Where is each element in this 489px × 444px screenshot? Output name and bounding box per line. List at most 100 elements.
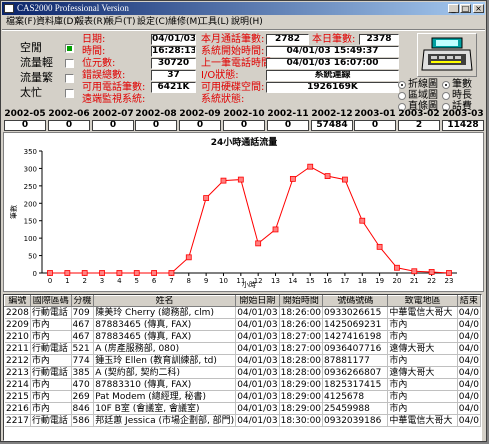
table-row[interactable]: 2212 市內 774 鍾玉玲 Ellen (教育訓練部, td) 04/01/03 18… <box>4 354 481 367</box>
start-time-field: 04/01/03 15:49:37 <box>266 46 399 57</box>
month-header: 2002-07 <box>92 109 134 119</box>
x-tick-label: 3 <box>100 277 104 285</box>
menu-maintenance[interactable]: 維修(M) <box>168 16 201 29</box>
x-tick-label: 10 <box>219 277 228 285</box>
table-cell: 市內 <box>30 390 72 403</box>
disk-label: 可用硬碟空間: <box>201 82 265 93</box>
date-label: 日期: <box>82 34 106 45</box>
bytes-label: 位元數: <box>82 58 116 69</box>
column-header[interactable]: 編號 <box>4 295 31 307</box>
table-cell: 市內 <box>387 318 458 331</box>
table-cell: 04/0 <box>457 414 481 427</box>
status-idle-checkbox[interactable] <box>65 44 74 53</box>
table-cell: 市內 <box>387 378 458 391</box>
table-cell: 中華電信大哥大 <box>387 414 458 427</box>
date-field: 04/01/03 <box>151 34 196 45</box>
data-point <box>168 270 175 276</box>
table-cell: 04/0 <box>457 330 481 343</box>
column-header[interactable]: 分機 <box>70 295 95 307</box>
table-cell: 18:27:00 <box>279 330 324 343</box>
menu-settings[interactable]: 設定(C) <box>137 16 168 29</box>
column-header[interactable]: 開始時間 <box>278 295 324 307</box>
line-chart-radio[interactable] <box>398 81 406 89</box>
table-row[interactable]: 2209 市內 467 87883465 (傳真, FAX) 04/01/03 18:26… <box>4 318 481 331</box>
table-cell: 04/01/03 <box>235 330 280 343</box>
system-status-label: 系統狀態: <box>201 94 245 105</box>
month-header: 2003-01 <box>354 109 396 119</box>
table-row[interactable]: 2215 市內 269 Pat Modem (總經理, 秘書) 04/01/03 18:2… <box>4 390 481 403</box>
time-label: 時間: <box>82 46 106 57</box>
time-field: 16:28:13 <box>151 46 196 57</box>
table-cell: 25459988 <box>322 402 389 415</box>
x-axis-label: 小時 <box>242 280 256 289</box>
table-row[interactable]: 2213 行動電話 385 A (契約部, 契約二科) 04/01/03 18:28:00… <box>4 366 481 379</box>
table-cell: 04/0 <box>457 306 481 319</box>
table-cell: 18:28:00 <box>279 366 324 379</box>
column-header[interactable]: 開始日期 <box>235 295 280 307</box>
column-header[interactable]: 號碼號碼 <box>322 295 389 307</box>
month-header: 2003-02 <box>398 109 440 119</box>
menu-account[interactable]: 帳戶(T) <box>105 16 136 29</box>
data-point <box>47 270 53 276</box>
table-cell: 87883465 (傳真, FAX) <box>93 330 237 343</box>
column-header[interactable]: 致電地區 <box>387 295 458 307</box>
table-row[interactable]: 2210 市內 467 87883465 (傳真, FAX) 04/01/03 18:27… <box>4 330 481 343</box>
month-calls-field: 2782 <box>266 34 309 45</box>
call-records-table[interactable]: 編號 國際區碼 分機 姓名 開始日期 開始時間 號碼號碼 致電地區 結束 2208 行動電話 709… <box>3 294 482 441</box>
table-row[interactable]: 2214 市內 470 87883310 (傳真, FAX) 04/01/03 18:29… <box>4 378 481 391</box>
data-point <box>237 176 244 183</box>
data-point <box>428 269 435 275</box>
table-cell: Pat Modem (總經理, 秘書) <box>93 390 237 403</box>
area-chart-radio[interactable] <box>398 92 406 100</box>
y-tick-label: 50 <box>28 253 37 261</box>
data-point <box>64 270 71 276</box>
table-cell: 陳美玲 Cherry (總務部, clm) <box>93 306 237 319</box>
menu-database[interactable]: 資料庫(D) <box>36 16 77 29</box>
status-toobusy-checkbox[interactable] <box>65 89 74 98</box>
table-cell: 2208 <box>4 306 31 319</box>
table-cell: 2210 <box>4 330 31 343</box>
table-cell: 846 <box>71 402 95 415</box>
remote-monitor-label: 遠端監視系統: <box>82 94 146 105</box>
minimize-button[interactable]: _ <box>448 4 459 13</box>
table-cell: A (契約部, 契約二科) <box>93 366 237 379</box>
table-cell: 1825317415 <box>322 378 389 391</box>
close-button[interactable]: × <box>473 4 484 13</box>
start-time-label: 系統開始時間: <box>201 46 265 57</box>
menu-tools[interactable]: 工具(L) <box>199 16 229 29</box>
menu-file[interactable]: 檔案(F) <box>6 16 36 29</box>
io-status-field: 系統連線 <box>266 70 399 81</box>
month-value: 2 <box>398 120 440 131</box>
table-cell: 行動電話 <box>30 306 72 319</box>
menu-help[interactable]: 說明(H) <box>231 16 263 29</box>
month-header: 2002-06 <box>48 109 90 119</box>
duration-radio[interactable] <box>442 92 450 100</box>
column-header[interactable]: 姓名 <box>93 295 237 307</box>
table-row[interactable]: 2216 市內 846 10F B室 (會議室, 會議室) 04/01/03 18:29:… <box>4 402 481 415</box>
data-point <box>376 243 383 250</box>
io-status-label: I/O狀態: <box>201 70 239 81</box>
x-tick-label: 6 <box>152 277 157 285</box>
data-point <box>133 270 140 276</box>
x-tick-label: 22 <box>427 277 436 285</box>
table-cell: 87881177 <box>322 354 389 367</box>
table-cell: 1427416198 <box>322 330 389 343</box>
month-value: 0 <box>223 120 265 131</box>
title-bar[interactable]: CAS2000 Professional Version _ □ × <box>2 2 485 15</box>
table-row[interactable]: 2211 行動電話 521 A (房產服務部, 080) 04/01/03 18:27:0… <box>4 342 481 355</box>
status-busy-checkbox[interactable] <box>65 74 74 83</box>
menu-report[interactable]: 報表(R) <box>75 16 106 29</box>
column-header[interactable]: 結束 <box>456 295 481 307</box>
table-cell: 1425069231 <box>322 318 389 331</box>
data-point <box>116 270 123 276</box>
table-row[interactable]: 2208 行動電話 709 陳美玲 Cherry (總務部, clm) 04/01/03… <box>4 306 481 319</box>
table-cell: 774 <box>71 354 95 367</box>
status-light-checkbox[interactable] <box>65 59 74 68</box>
column-header[interactable]: 國際區碼 <box>29 295 72 307</box>
x-tick-label: 17 <box>340 277 349 285</box>
table-row[interactable]: 2217 行動電話 586 邦廷蕙 Jessica (市場企劃部, 部門) 04/01/… <box>4 414 481 427</box>
x-tick-label: 0 <box>48 277 52 285</box>
table-cell: 467 <box>71 318 95 331</box>
count-radio[interactable] <box>442 81 450 89</box>
maximize-button[interactable]: □ <box>460 4 471 13</box>
